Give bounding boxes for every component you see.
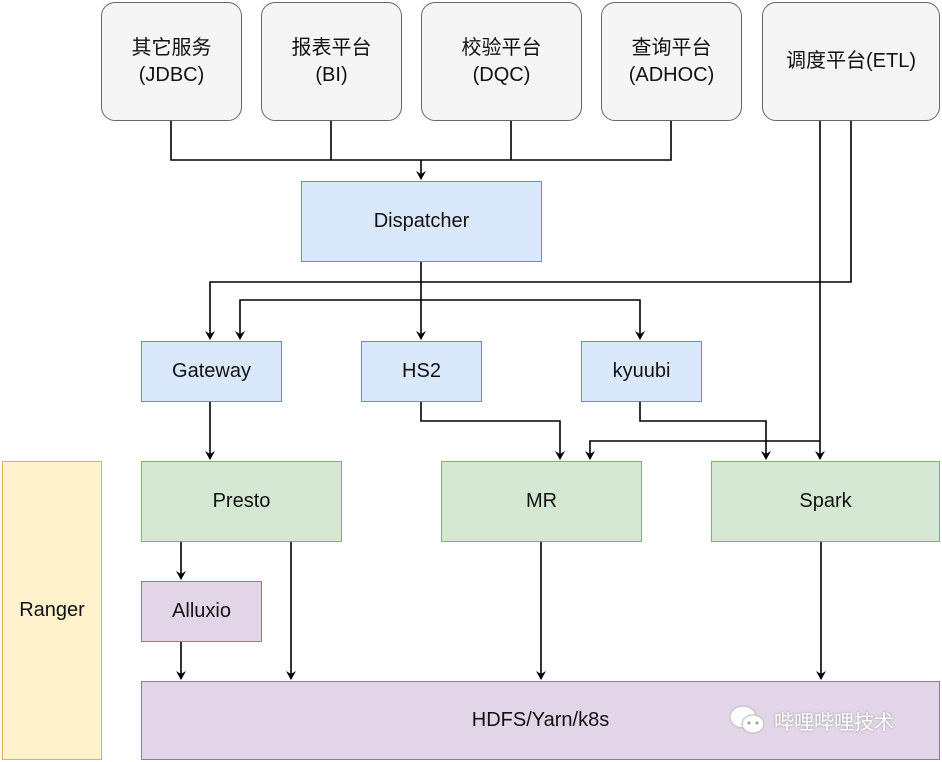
source-adhoc: 查询平台 (ADHOC) (601, 2, 742, 121)
source-bi: 报表平台 (BI) (261, 2, 402, 121)
hs2-node: HS2 (361, 341, 482, 402)
kyuubi-node: kyuubi (581, 341, 702, 402)
watermark: 哔哩哔哩技术 (728, 704, 894, 736)
edge-sources-to-dispatcher (170, 121, 672, 161)
source-etl: 调度平台(ETL) (762, 2, 940, 121)
source-dqc: 校验平台 (DQC) (421, 2, 582, 121)
source-jdbc: 其它服务 (JDBC) (101, 2, 242, 121)
wechat-icon (729, 705, 765, 734)
dispatcher-node: Dispatcher (301, 181, 542, 262)
spark-node: Spark (711, 461, 940, 542)
ranger-node: Ranger (2, 461, 102, 760)
edge-dispatcher-to-gateway (235, 299, 421, 340)
edge-kyuubi-to-spark (639, 402, 771, 460)
edge-dispatcher-to-kyuubi (421, 299, 645, 340)
watermark-text: 哔哩哔哩技术 (774, 711, 894, 734)
alluxio-node: Alluxio (141, 581, 262, 642)
edge-etl-to-mr (585, 440, 820, 460)
mr-node: MR (441, 461, 642, 542)
edge-hs2-to-mr (420, 402, 565, 460)
gateway-node: Gateway (141, 341, 282, 402)
presto-node: Presto (141, 461, 342, 542)
